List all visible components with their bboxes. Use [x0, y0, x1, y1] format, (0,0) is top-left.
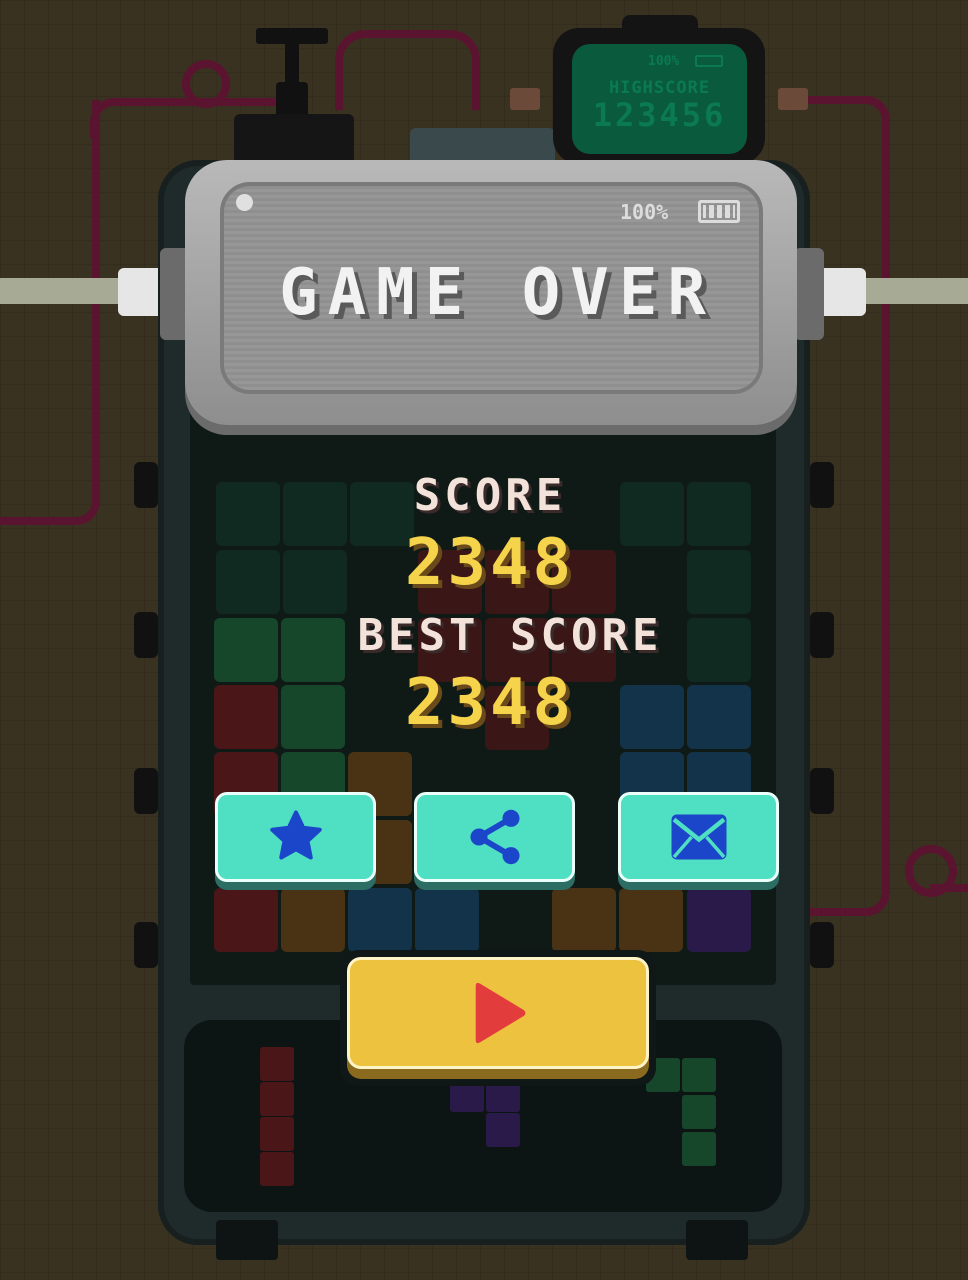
tray-red-block: [260, 1117, 294, 1151]
right-pipe-cap: [818, 268, 866, 316]
wire: [0, 100, 100, 525]
plunger-box: [234, 114, 354, 164]
wire: [930, 884, 968, 892]
blue-block: [415, 888, 479, 952]
side-knob: [810, 768, 834, 814]
game-over-title: GAME OVER: [279, 256, 716, 330]
side-knob: [134, 922, 158, 968]
tray-green-block: [682, 1095, 716, 1129]
star-icon: [269, 810, 322, 860]
highscore-battery-icon: [695, 55, 723, 67]
top-bracket: [410, 128, 555, 160]
blue-block: [348, 888, 412, 952]
purple-block: [687, 888, 751, 952]
side-knob: [134, 462, 158, 508]
panel-bracket-right: [794, 248, 824, 340]
red-block: [214, 685, 278, 749]
indicator-dot: [236, 194, 253, 211]
tray-purple-block: [486, 1113, 520, 1147]
score-label: SCORE: [413, 470, 567, 521]
highscore-display-top: [622, 15, 698, 33]
highscore-label: HIGHSCORE: [608, 78, 711, 98]
best-score-label: BEST SCORE: [357, 610, 663, 661]
orange-block: [619, 888, 683, 952]
battery-text: 100%: [620, 200, 669, 224]
highscore-connector-left: [510, 88, 540, 110]
score-value: 2348: [404, 526, 576, 600]
tray-green-block: [682, 1058, 716, 1092]
empty-cell: [216, 550, 280, 614]
red-block: [214, 888, 278, 952]
side-knob: [134, 612, 158, 658]
right-pipe: [850, 278, 968, 304]
tray-green-block: [682, 1132, 716, 1166]
orange-block: [552, 888, 616, 952]
empty-cell: [216, 482, 280, 546]
battery-icon: [698, 200, 740, 223]
mail-button[interactable]: [618, 792, 779, 882]
highscore-battery-text: 100%: [648, 54, 680, 69]
wire: [335, 30, 480, 110]
play-icon: [475, 982, 526, 1044]
device-foot-left: [216, 1220, 278, 1260]
play-button[interactable]: [347, 957, 649, 1069]
tray-red-block: [260, 1082, 294, 1116]
share-icon: [469, 809, 520, 865]
device-foot-right: [686, 1220, 748, 1260]
highscore-connector-right: [778, 88, 808, 110]
tray-red-block: [260, 1047, 294, 1081]
side-knob: [810, 922, 834, 968]
share-button[interactable]: [414, 792, 575, 882]
tray-red-block: [260, 1152, 294, 1186]
rate-button[interactable]: [215, 792, 376, 882]
highscore-value: 123456: [592, 96, 727, 134]
mail-icon: [671, 814, 726, 860]
side-knob: [810, 612, 834, 658]
best-score-value: 2348: [404, 666, 576, 740]
side-knob: [134, 768, 158, 814]
wire: [182, 60, 230, 108]
side-knob: [810, 462, 834, 508]
orange-block: [281, 888, 345, 952]
left-pipe: [0, 278, 130, 304]
